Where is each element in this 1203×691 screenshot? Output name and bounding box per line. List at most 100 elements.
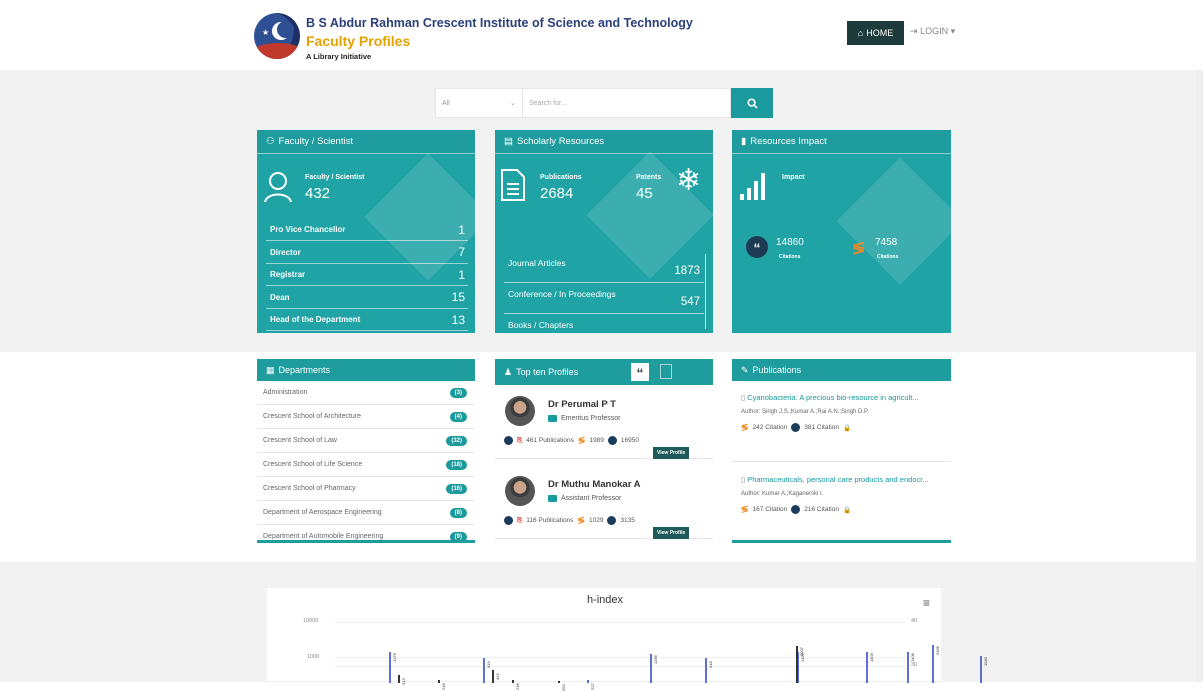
login-icon: ⇥ (910, 26, 918, 36)
top-header: ★ B S Abdur Rahman Crescent Institute of… (0, 0, 1203, 70)
snowflake-icon: ❄ (676, 164, 702, 197)
institute-logo[interactable]: ★ (254, 13, 300, 59)
publication-citations: ≶ 167 Citation 216 Citation 🔒 (741, 504, 941, 515)
avatar[interactable] (505, 476, 535, 506)
faculty-count-label: Faculty / Scientist (305, 174, 365, 181)
view-profile-button[interactable]: View Profile (653, 527, 690, 539)
department-item[interactable]: Department of Aerospace Engineering (8) (257, 501, 475, 525)
department-item[interactable]: Crescent School of Architecture (4) (257, 405, 475, 429)
department-item[interactable]: Crescent School of Life Science (18) (257, 453, 475, 477)
search-icon (746, 97, 758, 109)
scopus-icon: ≶ (741, 422, 749, 432)
faculty-row[interactable]: Head of the Department 13 (266, 309, 468, 331)
department-item[interactable]: Crescent School of Law (32) (257, 429, 475, 453)
publication-authors: Author: Kumar A.;Kaganerski I. (741, 491, 824, 497)
search-input[interactable]: Search for... (523, 88, 731, 118)
faculty-row[interactable]: Director 7 (266, 242, 468, 264)
chart-bar[interactable] (587, 679, 589, 683)
publications-count: 2684 (540, 185, 574, 202)
department-count-badge: (32) (446, 435, 467, 446)
scopus-citations: 167 Citation (752, 506, 788, 513)
google-scholar-icon (791, 505, 801, 514)
department-name: Crescent School of Pharmacy (263, 485, 356, 492)
publication-title[interactable]: ▯ Cyanobacteria: A precious bio-resource… (741, 393, 941, 403)
top-profiles-header: ♟ Top ten Profiles (495, 359, 713, 385)
documents-tab-icon[interactable] (660, 364, 672, 379)
y-left-tick: 1000 (307, 654, 320, 660)
department-count-badge: (9) (449, 531, 467, 540)
citations-tab[interactable]: “ (631, 363, 649, 381)
department-count-badge: (3) (449, 387, 467, 398)
department-count-badge: (16) (446, 483, 467, 494)
department-name: Department of Automobile Engineering (263, 533, 384, 540)
profile-name[interactable]: Dr Perumal P T (548, 399, 616, 410)
profile-publications: 116 Publications (526, 517, 574, 524)
divider (732, 461, 951, 462)
decor-diamond (836, 157, 951, 285)
profile-name[interactable]: Dr Muthu Manokar A (548, 479, 641, 490)
chart-menu-icon[interactable]: ≡ (923, 596, 930, 610)
resource-row[interactable]: Journal Articles 1873 (504, 253, 704, 283)
profile-role: Assistant Professor (548, 495, 621, 502)
department-item[interactable]: Crescent School of Pharmacy (16) (257, 477, 475, 501)
search-button[interactable] (731, 88, 773, 118)
search-filter-select[interactable]: All ⌄ (435, 88, 523, 118)
chevron-down-icon: ⌄ (510, 100, 516, 107)
scopus-icon: ≶ (741, 504, 749, 514)
faculty-row-value: 1 (458, 222, 465, 237)
resource-row-value: 547 (680, 296, 700, 308)
avatar[interactable] (505, 396, 535, 426)
chart-bar[interactable] (389, 652, 391, 683)
users-icon: ⚇ (266, 136, 275, 147)
publication-title[interactable]: ▯ Pharmaceuticals, personal care product… (741, 475, 941, 485)
chart-bar[interactable] (980, 656, 982, 683)
page-scrollbar[interactable] (1196, 70, 1203, 682)
chart-bar[interactable] (492, 670, 494, 683)
resource-row[interactable]: Conference / In Proceedings 547 (504, 284, 704, 314)
y-right-tick: 30 (911, 662, 918, 668)
bar-value-label: 415 (495, 673, 500, 681)
bar-value-label: 2007 (799, 647, 804, 657)
chart-bar[interactable] (705, 658, 707, 683)
profile-role-text: Emeritus Professor (561, 415, 621, 422)
profile-role: Emeritus Professor (548, 415, 621, 422)
publication-title-text: Cyanobacteria: A precious bio-resource i… (747, 393, 919, 402)
google-scholar-icon (791, 423, 801, 432)
signal-icon: ▮ (741, 136, 747, 147)
impact-label: Impact (782, 174, 805, 181)
scroll-track[interactable] (705, 254, 706, 329)
department-item[interactable]: Administration (3) (257, 381, 475, 405)
bar-value-label: 2156 (935, 646, 940, 656)
faculty-row-value: 7 (458, 245, 465, 259)
chart-bar[interactable] (866, 651, 868, 683)
faculty-row[interactable]: Pro Vice Chancellor 1 (266, 219, 468, 241)
faculty-row[interactable]: Dean 15 (266, 287, 468, 309)
department-count-badge: (8) (449, 507, 467, 518)
google-scholar-icon (607, 516, 617, 525)
bar-value-label: 1379 (392, 653, 397, 663)
bar-signal-icon (740, 173, 765, 200)
chart-bar[interactable] (558, 681, 560, 683)
chart-bar[interactable] (907, 651, 909, 683)
faculty-row-label: Head of the Department (270, 315, 361, 324)
edit-icon: ✎ (741, 364, 749, 375)
chart-bar[interactable] (932, 645, 934, 683)
profile-publications: 461 Publications (526, 437, 574, 444)
chart-bar[interactable] (650, 653, 652, 683)
citations-total-a: 14860 (776, 237, 804, 248)
resource-row-label: Journal Articles (508, 258, 566, 268)
department-item[interactable]: Department of Automobile Engineering (9) (257, 525, 475, 540)
scopus-citations: 242 Citation (752, 424, 788, 431)
view-profile-button[interactable]: View Profile (653, 447, 690, 459)
bar-value-label: 204 (561, 684, 566, 691)
bar-value-label: 1408 (910, 652, 915, 662)
login-dropdown[interactable]: ⇥ LOGIN ▾ (910, 26, 955, 37)
chart-bar[interactable] (796, 646, 798, 683)
home-button[interactable]: ⌂ HOME (847, 21, 904, 45)
scholar-citations: 216 Citation (804, 506, 839, 513)
resource-row[interactable]: Books / Chapters (504, 315, 704, 333)
faculty-row[interactable]: Registrar 1 (266, 264, 468, 286)
chart-bar[interactable] (483, 658, 485, 683)
publications-card: ✎ Publications ▯ Cyanobacteria: A precio… (732, 359, 951, 543)
faculty-row-label: Pro Vice Chancellor (270, 225, 346, 234)
